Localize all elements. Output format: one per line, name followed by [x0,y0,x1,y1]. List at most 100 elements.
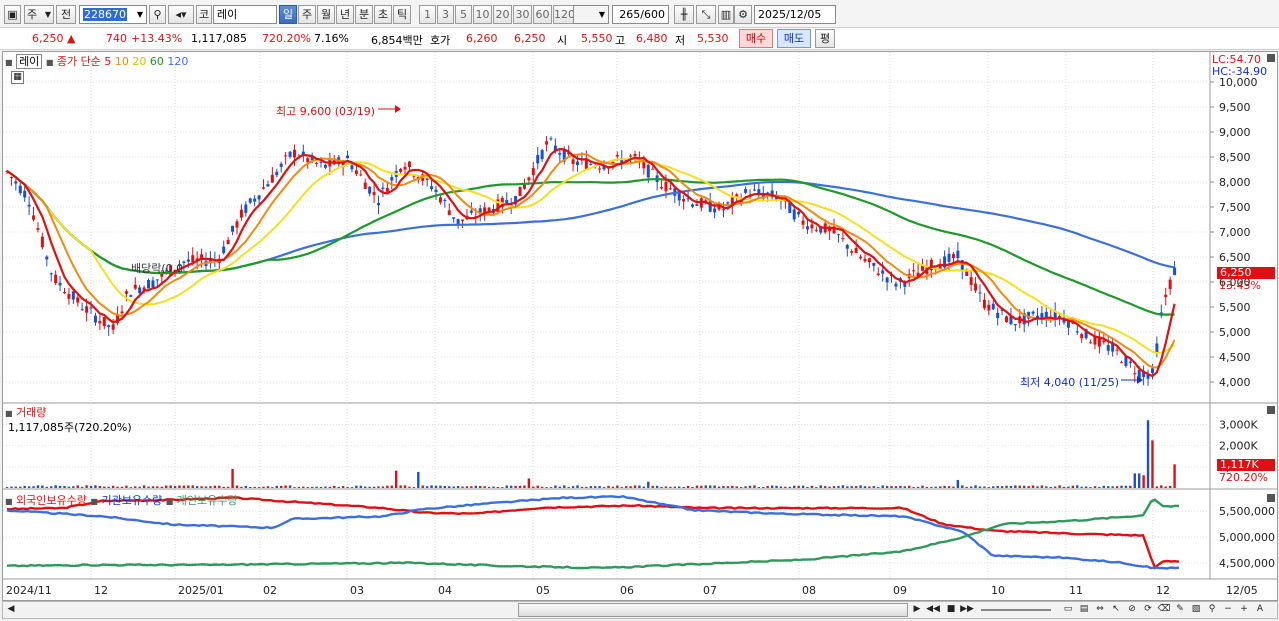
y-axis-label: 5,000,000 [1219,531,1275,544]
candle-icon[interactable]: ╫ [674,5,694,24]
arrows-icon[interactable]: ⇔ [1093,603,1107,617]
date-field[interactable]: 2025/12/05 [754,5,836,24]
stop-icon[interactable]: ■ [944,603,958,617]
candle-body [912,270,916,272]
volume-bar [240,486,243,488]
refresh-icon[interactable]: ⟳ [1141,603,1155,617]
stock-code-input[interactable]: 228670 ▼ [79,5,147,24]
zoom-icon[interactable]: ⚲ [1205,603,1219,617]
play-icon[interactable]: ▶ [910,603,924,617]
candle-body [226,239,230,245]
volume-panel-header: ■ 거래량 [5,404,46,420]
volume-bar [1067,486,1070,488]
chart-area[interactable]: 2024/11 12 2025/01 02 03 04 05 06 07 08 09 10 11 12 12… [2,51,1278,601]
candle-body [576,161,580,166]
chart-scrollbar[interactable]: ◀ ▶ ◀◀ ■ ▶▶ ▭ ▤ ⇔ ↖ ⊘ ⟳ ⌫ ✎ ▧ ⚲ − + A [2,601,1278,619]
buy-button[interactable]: 매수 [739,29,773,48]
interval-button-30[interactable]: 30 [513,5,532,24]
period-button-2[interactable]: 월 [317,5,335,24]
volume-bar [700,485,703,488]
volume-bar [837,485,840,488]
layout-icon[interactable]: ▭ [1061,603,1075,617]
layout2-icon[interactable]: ▤ [1077,603,1091,617]
individual-line [6,498,1180,570]
scroll-left-icon[interactable]: ◀ [4,603,18,617]
candle-body [1120,362,1124,364]
period-button-5[interactable]: 초 [374,5,392,24]
count-field[interactable]: 265/600 [612,5,669,24]
interval-button-60[interactable]: 60 [533,5,552,24]
stock-name-field[interactable]: 레이 [213,5,277,24]
volume-bar [934,486,937,488]
scroll-thumb[interactable] [518,603,908,617]
chart-type-icon[interactable]: ⤡ [696,5,716,24]
panel-close-icon[interactable] [1267,406,1275,414]
volume-bar [744,486,747,488]
candle-body [447,210,451,215]
fast-forward-icon[interactable]: ▶▶ [960,603,974,617]
candle-body [266,184,270,187]
candle-body [89,307,93,309]
interval-button-1[interactable]: 1 [419,5,436,24]
volume-bar [315,486,318,488]
holding-panel-header: ■ 외국인보유수량 ■ 기관보유수량 ■ 개인보유수량 [5,492,238,508]
volume-bar [412,487,416,488]
volume-bar [222,486,225,488]
period-select[interactable]: 주 ▼ [24,5,54,24]
ruler-icon[interactable]: ⊘ [1125,603,1139,617]
x-axis-end-label: 12/05 [1226,584,1258,597]
prev-button[interactable]: 전 [56,5,76,24]
sell-button[interactable]: 매도 [777,29,811,48]
chart-svg: 2024/11 12 2025/01 02 03 04 05 06 07 08 09 10 11 12 12… [3,52,1277,597]
interval-button-3[interactable]: 3 [437,5,454,24]
volume-bar [722,486,725,488]
candle-body [244,204,248,213]
volume-bar [660,486,663,488]
volume-bar [434,485,438,488]
zoom-in-icon[interactable]: + [1237,603,1251,617]
candle-body [615,155,619,157]
period-button-6[interactable]: 틱 [393,5,411,24]
candle-body [571,159,575,165]
text-tool-icon[interactable]: A [1253,603,1267,617]
candle-body [138,287,142,294]
zoom-out-icon[interactable]: − [1221,603,1235,617]
volume-bar [1173,464,1176,488]
interval-button-10[interactable]: 10 [473,5,492,24]
period-button-3[interactable]: 년 [336,5,354,24]
zoom-slider[interactable] [981,609,1051,611]
interval-button-5[interactable]: 5 [455,5,472,24]
low-label: 저 [675,34,686,47]
eval-button[interactable]: 평 [815,29,835,48]
paint-icon[interactable]: ▧ [1189,603,1203,617]
interval-input[interactable]: ▼ [573,5,609,24]
rewind-icon[interactable]: ◀◀ [926,603,940,617]
draw-icon[interactable]: ✎ [1173,603,1187,617]
interval-button-20[interactable]: 20 [493,5,512,24]
settings-icon[interactable]: ▥ [718,5,734,24]
volume-bar [987,487,991,488]
y-axis-label: 2,000K [1219,440,1258,453]
speaker-icon[interactable]: ◂▾ [168,5,194,24]
volume-bar [678,486,681,488]
search-icon[interactable]: ⚲ [149,5,166,24]
volume-bar [956,479,960,488]
gear-icon[interactable]: ⚙ [734,5,752,24]
volume-bar [1098,486,1101,488]
panel-close-icon[interactable] [1267,494,1275,502]
volume-bar [346,487,349,488]
candle-body [85,306,89,313]
hc-label: HC:-34.90 [1212,65,1268,78]
period-button-4[interactable]: 분 [355,5,373,24]
candle-body [346,155,350,159]
x-axis-label: 11 [1069,584,1083,597]
cursor-icon[interactable]: ↖ [1109,603,1123,617]
market-prefix[interactable]: 코 [196,5,212,24]
candle-body [651,168,655,170]
window-icon[interactable]: ▣ [4,5,21,24]
eraser-icon[interactable]: ⌫ [1157,603,1171,617]
stock-title-box[interactable]: 레이 [16,54,43,69]
period-button-1[interactable]: 주 [298,5,316,24]
grid-icon[interactable]: ▦ [11,71,24,84]
period-button-0[interactable]: 일 [279,5,297,24]
